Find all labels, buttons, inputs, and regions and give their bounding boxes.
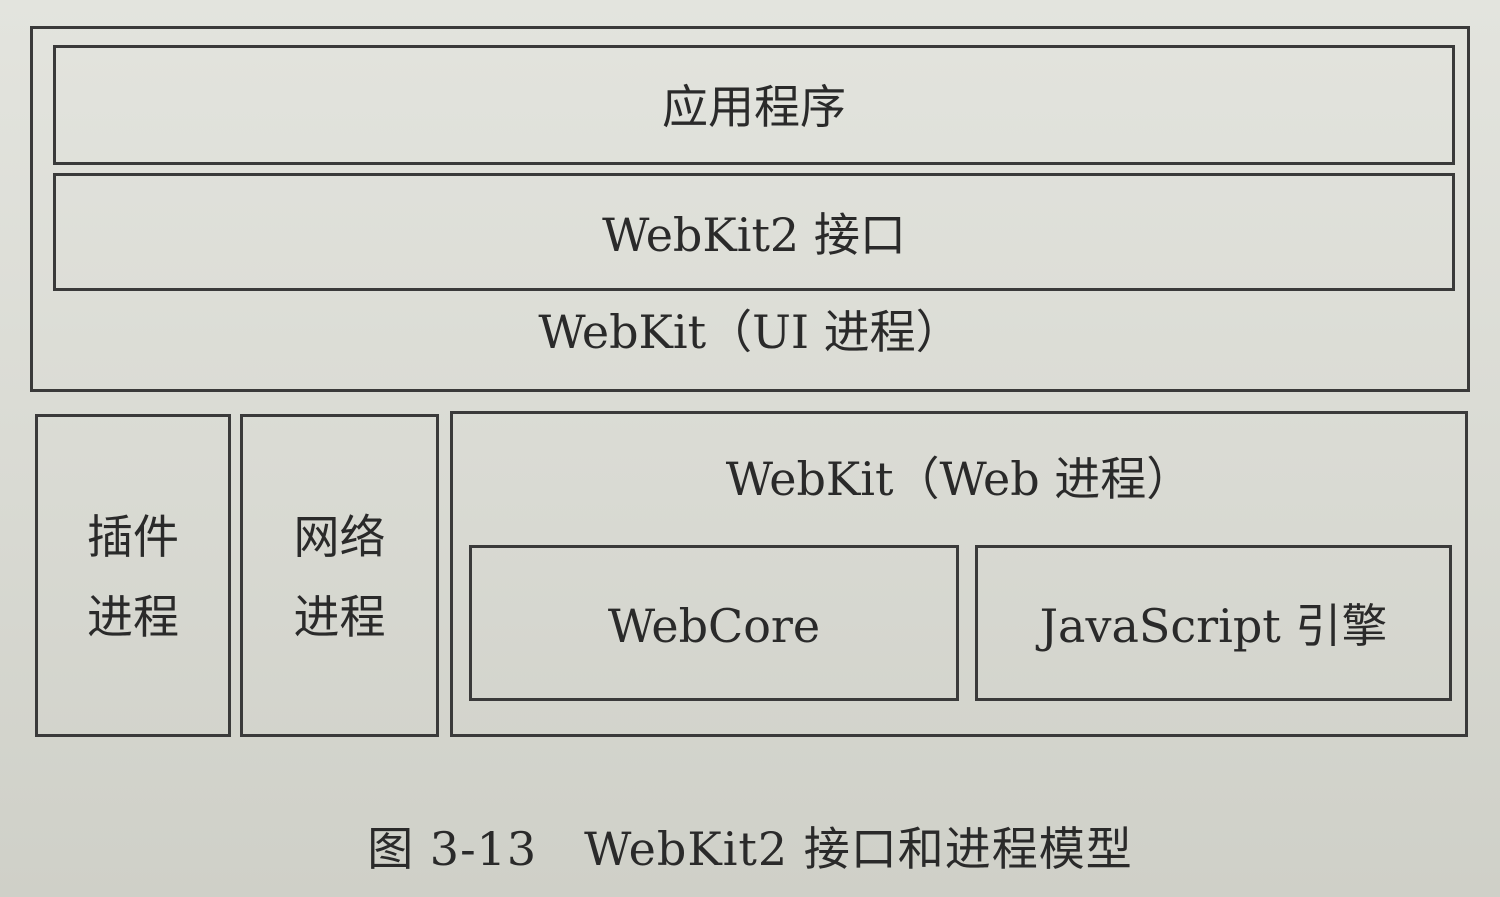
figure-page: 应用程序 WebKit2 接口 WebKit（UI 进程） 插件 进程 网络 进… [0, 0, 1500, 897]
application-box: 应用程序 [53, 45, 1455, 165]
js-engine-box: JavaScript 引擎 [975, 545, 1452, 701]
web-process-box: WebKit（Web 进程） WebCore JavaScript 引擎 [450, 411, 1468, 737]
web-process-label: WebKit（Web 进程） [725, 452, 1193, 506]
network-process-box: 网络 进程 [240, 414, 439, 737]
webcore-box: WebCore [469, 545, 959, 701]
webcore-label: WebCore [607, 599, 821, 653]
network-process-label: 网络 进程 [243, 497, 436, 657]
webkit2-interface-box: WebKit2 接口 [53, 173, 1455, 291]
plugin-process-box: 插件 进程 [35, 414, 231, 737]
webkit2-interface-label: WebKit2 接口 [602, 208, 906, 262]
ui-process-label: WebKit（UI 进程） [538, 305, 962, 359]
plugin-process-line1: 插件 [87, 510, 179, 564]
application-label: 应用程序 [662, 80, 846, 134]
network-process-line2: 进程 [293, 590, 386, 644]
plugin-process-label: 插件 进程 [38, 497, 228, 657]
network-process-line1: 网络 [293, 510, 386, 564]
ui-process-box: 应用程序 WebKit2 接口 WebKit（UI 进程） [30, 26, 1470, 392]
plugin-process-line2: 进程 [87, 590, 179, 644]
js-engine-label: JavaScript 引擎 [1039, 599, 1388, 653]
figure-caption: 图 3-13 WebKit2 接口和进程模型 [367, 822, 1133, 876]
